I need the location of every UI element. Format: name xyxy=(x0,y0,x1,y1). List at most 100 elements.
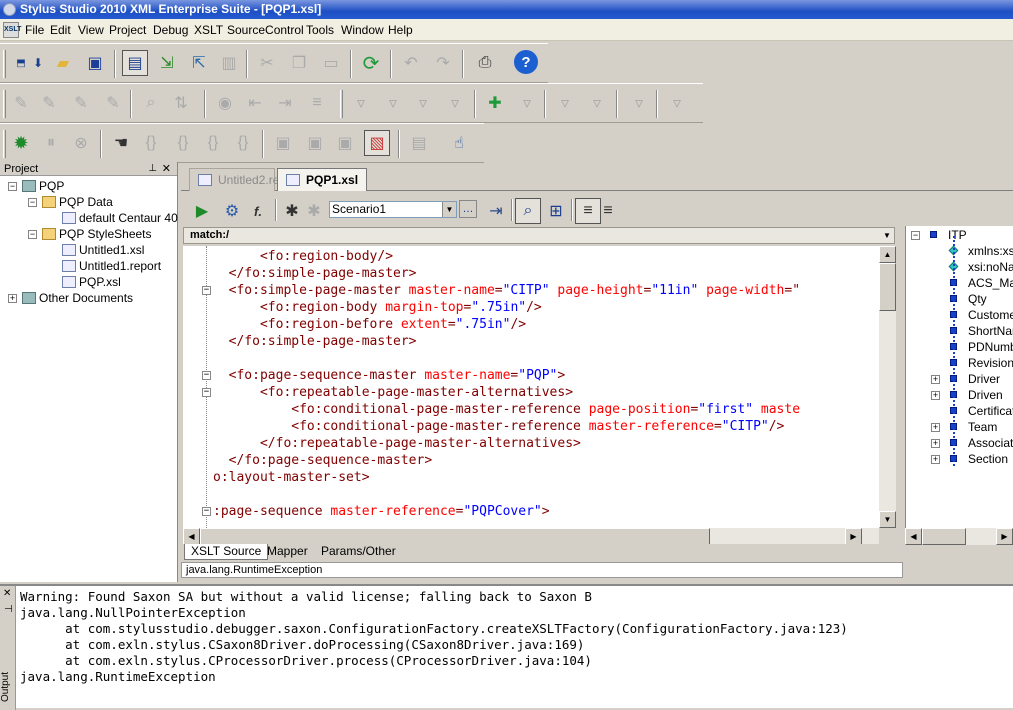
code-line[interactable]: <fo:conditional-page-master-reference ma… xyxy=(213,418,784,435)
code-line[interactable]: <fo:region-before extent=".75in"/> xyxy=(213,316,526,333)
menu-sourcecontrol[interactable]: SourceControl xyxy=(227,23,304,37)
step-out-icon[interactable]: {} xyxy=(200,130,226,156)
code-line[interactable]: o:layout-master-set> xyxy=(213,469,370,486)
toolbar-grip[interactable] xyxy=(340,90,343,118)
scroll-up-icon[interactable]: ▲ xyxy=(879,246,896,263)
menu-edit[interactable]: Edit xyxy=(50,23,71,37)
chevron-down-icon[interactable]: ▼ xyxy=(442,202,456,217)
import-icon[interactable]: ⇲ xyxy=(154,50,180,76)
tree-item[interactable]: PQP Data xyxy=(42,194,113,210)
scroll-thumb[interactable] xyxy=(200,528,710,545)
refresh-icon[interactable]: ⟳ xyxy=(358,50,384,76)
variables-icon[interactable]: ▣ xyxy=(302,130,328,156)
schema-node-label[interactable]: PDNumbe xyxy=(968,339,1013,355)
editor-vertical-scrollbar[interactable]: ▲ ▼ xyxy=(879,246,896,528)
tree-item[interactable]: default Centaur 40 xyxy=(62,210,178,226)
collapse-icon[interactable]: − xyxy=(28,198,37,207)
toolbar-grip[interactable] xyxy=(3,90,6,118)
schema-node-label[interactable]: Section xyxy=(968,451,1008,467)
xpath-prev-icon[interactable]: ✎ xyxy=(68,90,94,116)
collapse-icon[interactable]: − xyxy=(28,230,37,239)
print-icon[interactable]: ⎙ xyxy=(472,50,498,76)
copy-icon[interactable]: ❐ xyxy=(286,50,312,76)
expand-icon[interactable]: + xyxy=(931,423,940,432)
call-stack-icon[interactable]: ▣ xyxy=(332,130,358,156)
xpath-clear-icon[interactable]: ✎ xyxy=(100,90,126,116)
print-preview-icon[interactable]: ▥ xyxy=(216,50,242,76)
schema-node-label[interactable]: Team xyxy=(968,419,997,435)
menu-debug[interactable]: Debug xyxy=(153,23,188,37)
code-line[interactable]: </fo:repeatable-page-master-alternatives… xyxy=(213,435,581,452)
paste-icon[interactable]: ▭ xyxy=(318,50,344,76)
schema-node-label[interactable]: Driven xyxy=(968,387,1003,403)
menu-project[interactable]: Project xyxy=(109,23,146,37)
menu-tools[interactable]: Tools xyxy=(306,23,334,37)
breakpoint-icon[interactable]: ✱ xyxy=(301,198,327,224)
toolbar-grip[interactable] xyxy=(3,50,6,78)
pin-icon[interactable]: ⊥ xyxy=(148,162,157,176)
chevron-down-icon[interactable]: ▼ xyxy=(881,229,893,242)
menu-xslt[interactable]: XSLT xyxy=(194,23,223,37)
pin-icon[interactable]: ⊣ xyxy=(4,604,13,615)
hand-pointer-icon[interactable]: ☚ xyxy=(108,130,134,156)
collapse-icon[interactable]: − xyxy=(8,182,17,191)
bookmark-icon[interactable]: ◉ xyxy=(212,90,238,116)
template-match-bar[interactable]: match:/ ▼ xyxy=(183,227,895,244)
open-folder-icon[interactable]: ▰ xyxy=(50,50,76,76)
convert-icon[interactable]: ▿ xyxy=(626,90,652,116)
schema-node-label[interactable]: ITP xyxy=(948,227,967,243)
scroll-right-icon[interactable]: ▶ xyxy=(845,528,862,545)
validate-icon[interactable]: ▿ xyxy=(380,90,406,116)
close-icon[interactable]: ✕ xyxy=(3,588,11,599)
add-validation-icon[interactable]: ✚ xyxy=(482,90,508,116)
collapse-icon[interactable]: − xyxy=(202,371,211,380)
cut-icon[interactable]: ✂ xyxy=(254,50,280,76)
window-layout-icon[interactable]: ▤ xyxy=(122,50,148,76)
xpath-output-icon[interactable]: ⇥ xyxy=(483,198,509,224)
expand-icon[interactable]: + xyxy=(931,391,940,400)
align-right-icon[interactable]: ≡ xyxy=(595,198,621,224)
tree-item[interactable]: PQP.xsl xyxy=(62,274,121,290)
clear-bookmarks-icon[interactable]: ≡ xyxy=(304,90,330,116)
watch-icon[interactable]: ▣ xyxy=(270,130,296,156)
expand-icon[interactable]: + xyxy=(931,455,940,464)
expand-icon[interactable]: + xyxy=(931,375,940,384)
collapse-icon[interactable]: − xyxy=(202,388,211,397)
prev-bookmark-icon[interactable]: ⇥ xyxy=(272,90,298,116)
tab-pqp1-xsl[interactable]: PQP1.xsl xyxy=(277,168,367,191)
schema-node-label[interactable]: xmlns:xsi xyxy=(968,243,1013,259)
replace-icon[interactable]: ⇅ xyxy=(168,90,194,116)
profiler-icon[interactable]: ▤ xyxy=(406,130,432,156)
scroll-right-icon[interactable]: ▶ xyxy=(996,528,1013,545)
redo-icon[interactable]: ↷ xyxy=(430,50,456,76)
xslt-document-icon[interactable]: XSLT xyxy=(3,22,21,38)
schema-node-label[interactable]: Qty xyxy=(968,291,987,307)
scroll-down-icon[interactable]: ▼ xyxy=(879,511,896,528)
code-line[interactable]: </fo:page-sequence-master> xyxy=(213,452,433,469)
help-icon[interactable]: ? xyxy=(514,50,538,74)
scroll-left-icon[interactable]: ◀ xyxy=(183,528,200,545)
export-icon[interactable]: ⇱ xyxy=(186,50,212,76)
menu-view[interactable]: View xyxy=(78,23,104,37)
more-options-button[interactable]: … xyxy=(459,200,477,218)
code-line[interactable]: </fo:simple-page-master> xyxy=(213,265,417,282)
close-icon[interactable]: ✕ xyxy=(162,162,171,176)
validate-all-icon[interactable]: ▿ xyxy=(584,90,610,116)
code-line[interactable]: <fo:simple-page-master master-name="CITP… xyxy=(213,282,800,299)
tree-item[interactable]: PQP xyxy=(22,178,64,194)
run-to-cursor-icon[interactable]: {} xyxy=(230,130,256,156)
schema-node-label[interactable]: Revision xyxy=(968,355,1013,371)
code-line[interactable]: <fo:region-body margin-top=".75in"/> xyxy=(213,299,542,316)
code-line[interactable]: <fo:region-body/> xyxy=(213,248,393,265)
tree-item[interactable]: Untitled1.report xyxy=(62,258,161,274)
validate-schema-icon[interactable]: ▿ xyxy=(410,90,436,116)
validation-options-icon[interactable]: ▿ xyxy=(514,90,540,116)
scroll-thumb[interactable] xyxy=(922,528,966,545)
tab-untitled2[interactable]: Untitled2.re... xyxy=(189,168,289,191)
schema-node-label[interactable]: Customer xyxy=(968,307,1013,323)
xpath-icon[interactable]: ✎ xyxy=(8,90,34,116)
schema-node-label[interactable]: ACS_Mas xyxy=(968,275,1013,291)
schema-node-label[interactable]: xsi:noNam xyxy=(968,259,1013,275)
schema-node-label[interactable]: ShortNam xyxy=(968,323,1013,339)
debug-start-icon[interactable]: ✹ xyxy=(8,130,34,156)
